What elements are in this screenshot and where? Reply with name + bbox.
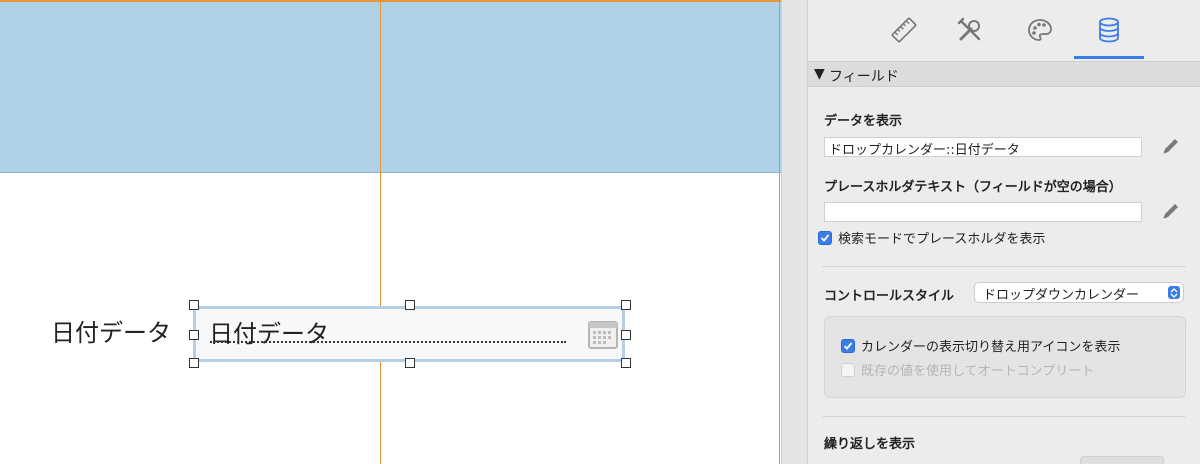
section-title: フィールド — [829, 69, 899, 85]
show-calendar-icon-option[interactable]: カレンダーの表示切り替え用アイコンを表示 — [841, 336, 1120, 355]
placeholder-field[interactable] — [824, 202, 1142, 222]
inspector-tabbar — [808, 0, 1200, 60]
resize-handle-sw[interactable] — [189, 358, 199, 368]
repetitions-label: 繰り返しを表示 — [824, 437, 916, 452]
orientation-segmented-control[interactable] — [1080, 456, 1164, 464]
guide-vertical — [380, 0, 381, 464]
resize-handle-w[interactable] — [189, 330, 199, 340]
checkmark-icon — [820, 233, 830, 242]
control-style-options: カレンダーの表示切り替え用アイコンを表示 既存の値を使用してオートコンプリート — [824, 316, 1186, 398]
active-tab-indicator — [1074, 56, 1144, 59]
section-header-field[interactable]: ▼ フィールド — [808, 61, 1200, 87]
tab-styles[interactable] — [950, 12, 990, 48]
layout-canvas[interactable]: 日付データ 日付データ — [0, 0, 781, 464]
display-data-label: データを表示 — [824, 114, 903, 129]
find-mode-placeholder-label: 検索モードでプレースホルダを表示 — [838, 232, 1046, 247]
resize-handle-n[interactable] — [405, 300, 415, 310]
show-calendar-icon-label: カレンダーの表示切り替え用アイコンを表示 — [861, 340, 1121, 355]
resize-handle-ne[interactable] — [621, 300, 631, 310]
control-style-label: コントロールスタイル — [824, 289, 955, 304]
tools-icon — [957, 17, 981, 41]
inspector-panel: ▼ フィールド データを表示 ドロップカレンダー::日付データ プレースホルダテ… — [808, 0, 1200, 464]
date-field-object[interactable]: 日付データ — [193, 306, 625, 362]
select-arrows-icon — [1168, 286, 1180, 299]
resize-handle-s[interactable] — [405, 358, 415, 368]
resize-handle-e[interactable] — [621, 330, 631, 340]
palette-icon — [1028, 19, 1052, 41]
tab-position[interactable] — [884, 12, 924, 48]
resize-handle-se[interactable] — [621, 358, 631, 368]
control-style-value: ドロップダウンカレンダー — [983, 288, 1140, 303]
display-data-field[interactable]: ドロップカレンダー::日付データ — [824, 137, 1142, 157]
field-baseline — [210, 341, 566, 343]
calendar-icon[interactable] — [588, 321, 618, 349]
edit-pencil-icon[interactable] — [1160, 135, 1182, 157]
control-style-select[interactable]: ドロップダウンカレンダー — [974, 282, 1184, 303]
repetition-controls — [824, 456, 1184, 464]
scroll-gutter[interactable] — [781, 0, 808, 464]
autocomplete-option[interactable]: 既存の値を使用してオートコンプリート — [841, 360, 1094, 379]
date-field-text: 日付データ — [209, 320, 329, 348]
database-icon — [1099, 17, 1119, 43]
divider-2 — [822, 416, 1186, 417]
divider — [822, 266, 1186, 267]
field-label[interactable]: 日付データ — [51, 313, 171, 348]
guide-horizontal — [0, 0, 781, 2]
part-boundary — [0, 172, 781, 173]
disclosure-triangle-icon: ▼ — [814, 66, 825, 82]
guide-vertical-right — [779, 0, 780, 464]
ruler-icon — [891, 17, 917, 43]
checkbox-checked[interactable] — [841, 338, 855, 353]
checkbox-checked[interactable] — [818, 230, 832, 245]
header-part[interactable] — [0, 0, 781, 172]
find-mode-placeholder-option[interactable]: 検索モードでプレースホルダを表示 — [818, 228, 1045, 247]
resize-handle-nw[interactable] — [189, 300, 199, 310]
checkmark-icon — [843, 341, 853, 350]
edit-pencil-icon-2[interactable] — [1160, 200, 1182, 222]
checkbox-unchecked-disabled[interactable] — [841, 362, 855, 377]
tab-appearance[interactable] — [1020, 12, 1060, 48]
placeholder-label: プレースホルダテキスト（フィールドが空の場合） — [824, 180, 1122, 195]
tab-data[interactable] — [1089, 12, 1129, 48]
autocomplete-label: 既存の値を使用してオートコンプリート — [861, 364, 1095, 379]
